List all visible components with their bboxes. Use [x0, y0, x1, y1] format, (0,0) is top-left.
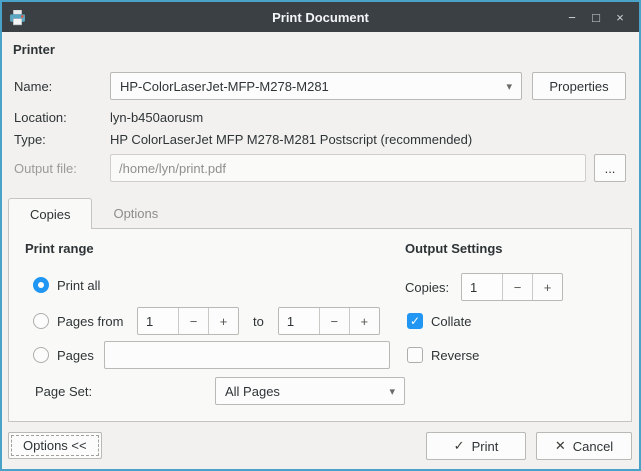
print-dialog-window: Print Document − □ × Printer Name: HP-Co… [0, 0, 641, 471]
copies-plus-button[interactable]: + [532, 274, 562, 300]
output-file-label: Output file: [14, 161, 110, 176]
printer-location-label: Location: [14, 110, 110, 125]
page-set-label: Page Set: [35, 384, 215, 399]
dialog-body: Printer Name: HP-ColorLaserJet-MFP-M278-… [2, 32, 639, 469]
collate-label[interactable]: Collate [431, 314, 471, 329]
reverse-row[interactable]: Reverse [407, 345, 479, 365]
copies-spinner: − + [461, 273, 563, 301]
printer-app-icon[interactable] [9, 9, 26, 26]
copies-row: Copies: − + [405, 273, 563, 301]
tab-options-label: Options [113, 206, 158, 221]
tab-options[interactable]: Options [92, 198, 179, 229]
printer-type-row: Type: HP ColorLaserJet MFP M278-M281 Pos… [14, 130, 472, 148]
pages-from-label[interactable]: Pages from [57, 314, 137, 329]
window-title: Print Document [2, 10, 639, 25]
window-controls: − □ × [560, 2, 632, 32]
page-set-value: All Pages [225, 384, 280, 399]
printer-type-label: Type: [14, 132, 110, 147]
output-file-input[interactable] [110, 154, 586, 182]
collate-checkbox[interactable]: ✓ [407, 313, 423, 329]
printer-name-label: Name: [14, 79, 110, 94]
copies-minus-button[interactable]: − [502, 274, 532, 300]
check-icon: ✓ [410, 315, 420, 327]
tab-copies[interactable]: Copies [8, 198, 92, 229]
maximize-button[interactable]: □ [584, 2, 608, 32]
printer-name-value: HP-ColorLaserJet-MFP-M278-M281 [120, 79, 329, 94]
pages-label[interactable]: Pages [57, 348, 104, 363]
copies-tab-panel: Print range Print all Pages from − + to … [8, 228, 632, 422]
print-range-heading: Print range [25, 241, 94, 256]
printer-location-value: lyn-b450aorusm [110, 110, 203, 125]
cancel-button-label: Cancel [573, 439, 613, 454]
close-button[interactable]: × [608, 2, 632, 32]
pages-from-input[interactable] [138, 308, 178, 334]
reverse-label[interactable]: Reverse [431, 348, 479, 363]
printer-name-combobox[interactable]: HP-ColorLaserJet-MFP-M278-M281 ▾ [110, 72, 522, 100]
chevron-down-icon: ▾ [389, 385, 395, 398]
chevron-down-icon: ▾ [506, 80, 512, 93]
page-set-combobox[interactable]: All Pages ▾ [215, 377, 405, 405]
print-button[interactable]: ✓ Print [426, 432, 526, 460]
printer-section-label: Printer [13, 42, 55, 57]
pages-from-row: Pages from − + to − + [33, 307, 380, 335]
pages-from-radio[interactable] [33, 313, 49, 329]
tab-copies-label: Copies [30, 207, 70, 222]
options-toggle-button[interactable]: Options << [8, 432, 102, 459]
reverse-checkbox[interactable] [407, 347, 423, 363]
footer-action-buttons: ✓ Print ✕ Cancel [426, 432, 632, 460]
titlebar[interactable]: Print Document − □ × [2, 2, 639, 32]
pages-from-minus-button[interactable]: − [178, 308, 208, 334]
output-file-row: Output file: ... [14, 154, 626, 182]
print-all-radio[interactable] [33, 277, 49, 293]
print-button-label: Print [472, 439, 499, 454]
output-settings-heading: Output Settings [405, 241, 503, 256]
properties-button[interactable]: Properties [532, 72, 626, 100]
pages-radio[interactable] [33, 347, 49, 363]
browse-button[interactable]: ... [594, 154, 626, 182]
check-icon: ✓ [454, 438, 465, 454]
printer-type-value: HP ColorLaserJet MFP M278-M281 Postscrip… [110, 132, 472, 147]
pages-to-input[interactable] [279, 308, 319, 334]
close-icon: ✕ [555, 438, 566, 454]
pages-to-plus-button[interactable]: + [349, 308, 379, 334]
cancel-button[interactable]: ✕ Cancel [536, 432, 632, 460]
print-all-label[interactable]: Print all [57, 278, 100, 293]
page-set-row: Page Set: All Pages ▾ [35, 377, 405, 405]
collate-row[interactable]: ✓ Collate [407, 311, 471, 331]
pages-to-minus-button[interactable]: − [319, 308, 349, 334]
copies-input[interactable] [462, 274, 502, 300]
pages-input[interactable] [104, 341, 390, 369]
pages-from-plus-button[interactable]: + [208, 308, 238, 334]
printer-name-row: Name: HP-ColorLaserJet-MFP-M278-M281 ▾ P… [14, 72, 626, 100]
copies-label: Copies: [405, 280, 461, 295]
pages-row: Pages [33, 341, 390, 369]
notebook-tabbar: Copies Options [8, 198, 179, 229]
pages-to-label: to [253, 314, 264, 329]
minimize-button[interactable]: − [560, 2, 584, 32]
pages-to-spinner: − + [278, 307, 380, 335]
pages-from-spinner: − + [137, 307, 239, 335]
printer-location-row: Location: lyn-b450aorusm [14, 108, 203, 126]
print-all-row[interactable]: Print all [33, 275, 100, 295]
